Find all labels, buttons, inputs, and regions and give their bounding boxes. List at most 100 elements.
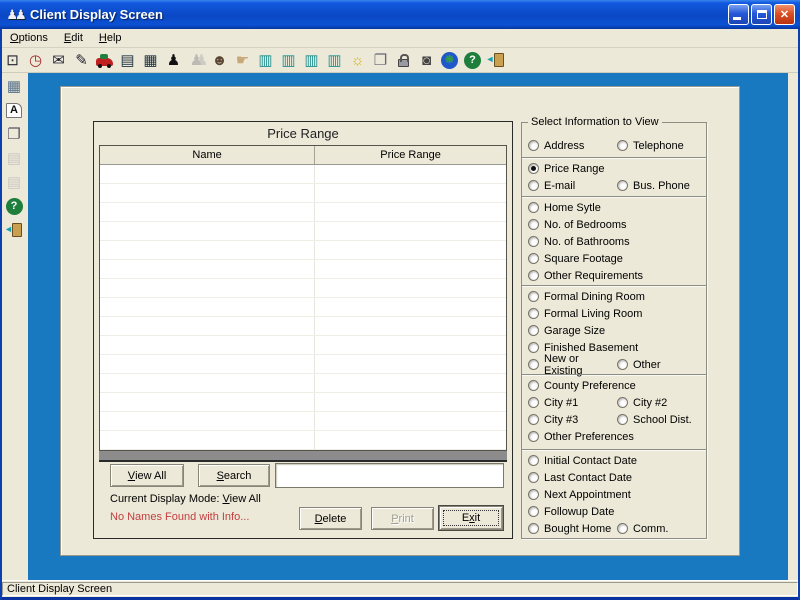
radio-other-preferences[interactable]: Other Preferences <box>528 431 634 443</box>
menu-edit[interactable]: Edit <box>58 30 93 47</box>
report-icon[interactable]: ▦ <box>140 50 161 71</box>
screen-disabled-icon[interactable]: ▤ <box>4 148 25 169</box>
lightbulb-icon[interactable]: ☼ <box>347 50 368 71</box>
column-header-name[interactable]: Name <box>100 146 315 164</box>
radio-other-requirements[interactable]: Other Requirements <box>528 270 643 282</box>
people-disabled-icon[interactable]: ♟ <box>186 50 207 71</box>
table-row[interactable] <box>100 412 506 431</box>
cell-name <box>100 203 315 221</box>
radio-comm[interactable]: Comm. <box>617 523 668 535</box>
radio-no-of-bathrooms[interactable]: No. of Bathrooms <box>528 236 630 248</box>
radio-square-footage[interactable]: Square Footage <box>528 253 623 265</box>
table-row[interactable] <box>100 431 506 450</box>
table-row[interactable] <box>100 298 506 317</box>
radio-garage-size[interactable]: Garage Size <box>528 325 605 337</box>
cell-price-range <box>315 260 506 278</box>
radio-label: Other <box>633 359 661 371</box>
column-header-price-range[interactable]: Price Range <box>315 146 506 164</box>
cell-price-range <box>315 393 506 411</box>
door-window-icon[interactable]: ▥ <box>301 50 322 71</box>
radio-county-preference[interactable]: County Preference <box>528 380 636 392</box>
radio-e-mail[interactable]: E-mail <box>528 180 575 192</box>
table-row[interactable] <box>100 355 506 374</box>
exit-door-icon[interactable] <box>485 50 506 71</box>
main-panel: Price Range Name Price Range View All Se… <box>60 86 740 556</box>
notes-icon[interactable]: ✎ <box>71 50 92 71</box>
minimize-button[interactable] <box>728 4 749 25</box>
radio-telephone[interactable]: Telephone <box>617 140 684 152</box>
font-icon[interactable]: A <box>4 100 25 121</box>
door-window-icon[interactable]: ▥ <box>324 50 345 71</box>
radio-button-icon <box>528 202 539 213</box>
exit-door-icon[interactable] <box>4 220 25 241</box>
print-button[interactable]: Print <box>371 507 434 530</box>
camera-icon[interactable]: ◙ <box>416 50 437 71</box>
radio-bought-home[interactable]: Bought Home <box>528 523 611 535</box>
radio-last-contact-date[interactable]: Last Contact Date <box>528 472 632 484</box>
maximize-button[interactable] <box>751 4 772 25</box>
delete-button[interactable]: Delete <box>299 507 362 530</box>
menu-options[interactable]: Options <box>4 30 58 47</box>
radio-home-sytle[interactable]: Home Sytle <box>528 202 601 214</box>
hand-icon[interactable]: ☛ <box>232 50 253 71</box>
car-icon[interactable] <box>94 50 115 71</box>
cell-price-range <box>315 184 506 202</box>
table-row[interactable] <box>100 374 506 393</box>
table-row[interactable] <box>100 241 506 260</box>
radio-price-range[interactable]: Price Range <box>528 163 605 175</box>
envelope-icon[interactable]: ✉ <box>48 50 69 71</box>
table-row[interactable] <box>100 222 506 241</box>
radio-formal-dining-room[interactable]: Formal Dining Room <box>528 291 645 303</box>
radio-followup-date[interactable]: Followup Date <box>528 506 614 518</box>
radio-city-2[interactable]: City #2 <box>617 397 667 409</box>
table-row[interactable] <box>100 260 506 279</box>
radio-button-icon <box>528 359 539 370</box>
clipboard-icon[interactable]: ❐ <box>4 124 25 145</box>
radio-label: Followup Date <box>544 506 614 518</box>
table-row[interactable] <box>100 336 506 355</box>
radio-no-of-bedrooms[interactable]: No. of Bedrooms <box>528 219 627 231</box>
exit-button[interactable]: Exit <box>439 506 503 530</box>
table-row[interactable] <box>100 393 506 412</box>
radio-bus-phone[interactable]: Bus. Phone <box>617 180 690 192</box>
list-panel-title: Price Range <box>94 122 512 144</box>
table-row[interactable] <box>100 165 506 184</box>
radio-address[interactable]: Address <box>528 140 584 152</box>
screen-disabled-icon[interactable]: ▤ <box>4 172 25 193</box>
table-row[interactable] <box>100 279 506 298</box>
face-icon[interactable]: ☻ <box>209 50 230 71</box>
door-window-icon[interactable]: ▥ <box>278 50 299 71</box>
lock-icon[interactable] <box>393 50 414 71</box>
search-input[interactable] <box>275 463 504 488</box>
table-row[interactable] <box>100 203 506 222</box>
help-icon[interactable]: ? <box>4 196 25 217</box>
door-window-icon[interactable]: ▥ <box>255 50 276 71</box>
computer-icon[interactable]: ⊡ <box>2 50 23 71</box>
table-row[interactable] <box>100 317 506 336</box>
radio-formal-living-room[interactable]: Formal Living Room <box>528 308 642 320</box>
menu-help[interactable]: Help <box>93 30 132 47</box>
globe-icon[interactable]: ❋ <box>439 50 460 71</box>
view-all-button[interactable]: View All <box>110 464 184 487</box>
search-button[interactable]: Search <box>198 464 270 487</box>
cell-price-range <box>315 298 506 316</box>
radio-city-3[interactable]: City #3 <box>528 414 578 426</box>
radio-other[interactable]: Other <box>617 359 661 371</box>
clock-icon[interactable]: ◷ <box>25 50 46 71</box>
close-button[interactable]: ✕ <box>774 4 795 25</box>
person-icon[interactable]: ♟ <box>163 50 184 71</box>
table-row[interactable] <box>100 184 506 203</box>
radio-city-1[interactable]: City #1 <box>528 397 578 409</box>
toolbar: ⊡◷✉✎▤▦♟♟☻☛▥▥▥▥☼❐◙❋? <box>0 48 800 73</box>
radio-initial-contact-date[interactable]: Initial Contact Date <box>528 455 637 467</box>
notepad-icon[interactable]: ▤ <box>117 50 138 71</box>
menu-bar: OptionsEditHelp <box>0 29 800 48</box>
papers-icon[interactable]: ❐ <box>370 50 391 71</box>
help-icon[interactable]: ? <box>462 50 483 71</box>
radio-new-or-existing[interactable]: New or Existing <box>528 353 617 377</box>
cell-price-range <box>315 203 506 221</box>
horizontal-scrollbar[interactable] <box>99 451 507 462</box>
grid-icon[interactable]: ▦ <box>4 76 25 97</box>
radio-school-dist[interactable]: School Dist. <box>617 414 692 426</box>
radio-next-appointment[interactable]: Next Appointment <box>528 489 631 501</box>
